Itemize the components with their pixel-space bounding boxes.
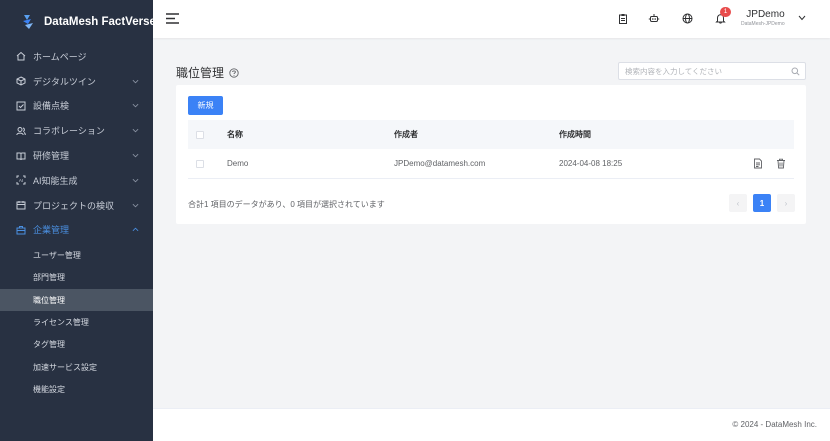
ai-icon: AI — [15, 175, 26, 186]
menu-toggle-icon[interactable] — [165, 12, 180, 25]
sidebar-item-collaboration[interactable]: コラボレーション — [0, 118, 153, 143]
edit-icon[interactable] — [752, 158, 763, 169]
submenu-item-user-management[interactable]: ユーザー管理 — [0, 244, 153, 266]
copyright: © 2024 - DataMesh Inc. — [732, 420, 817, 429]
chevron-down-icon[interactable] — [798, 15, 806, 21]
page-footer: © 2024 - DataMesh Inc. — [153, 408, 830, 441]
new-button[interactable]: 新規 — [188, 96, 223, 115]
submenu-item-license-management[interactable]: ライセンス管理 — [0, 311, 153, 333]
user-org: DataMesh-JPDemo — [741, 21, 785, 27]
page-button-current[interactable]: 1 — [753, 194, 771, 212]
briefcase-icon — [15, 224, 26, 235]
bell-icon[interactable]: 1 — [714, 7, 731, 24]
home-icon — [15, 51, 26, 62]
robot-icon[interactable] — [648, 12, 660, 24]
chevron-down-icon — [132, 129, 139, 133]
content-card: 新規 名称 作成者 作成時間 Demo JPDemo@datamesh.com … — [176, 85, 806, 224]
chevron-down-icon — [132, 153, 139, 158]
brand[interactable]: DataMesh FactVerse — [0, 0, 156, 44]
sidebar-menu: ホームページ デジタルツイン 設備点検 コラボレーション 研修管理 AI AI知… — [0, 44, 153, 242]
enterprise-submenu: ユーザー管理 部門管理 職位管理 ライセンス管理 タグ管理 加速サービス設定 機… — [0, 242, 153, 400]
selection-summary: 合計1 項目のデータがあり、0 項目が選択されています — [188, 200, 385, 209]
user-name: JPDemo — [746, 9, 785, 20]
svg-text:AI: AI — [18, 178, 22, 183]
chevron-down-icon — [132, 178, 139, 183]
chevron-up-icon — [132, 228, 139, 232]
submenu-item-tag-management[interactable]: タグ管理 — [0, 334, 153, 356]
book-icon — [15, 150, 26, 161]
select-all-checkbox[interactable] — [196, 130, 204, 139]
row-actions — [752, 158, 786, 169]
help-icon[interactable] — [229, 67, 239, 78]
cell-name: Demo — [227, 159, 249, 168]
pagination: ‹ 1 › — [729, 194, 795, 212]
sidebar-item-label: プロジェクトの検収 — [33, 200, 115, 211]
sidebar-item-enterprise-management[interactable]: 企業管理 — [0, 218, 153, 243]
cube-icon — [15, 76, 26, 87]
app-title: DataMesh FactVerse — [44, 16, 156, 28]
sidebar-item-label: 企業管理 — [33, 225, 70, 236]
globe-icon[interactable] — [681, 12, 693, 24]
table-header: 名称 作成者 作成時間 — [188, 120, 794, 149]
page-title: 職位管理 — [176, 66, 225, 80]
sidebar-item-label: 研修管理 — [33, 151, 70, 162]
submenu-item-department-management[interactable]: 部門管理 — [0, 267, 153, 289]
column-header-creator: 作成者 — [394, 130, 418, 139]
search-box — [618, 62, 806, 80]
chevron-down-icon — [132, 104, 139, 108]
sidebar-item-ai-generation[interactable]: AI AI知能生成 — [0, 168, 153, 193]
sidebar-item-label: デジタルツイン — [33, 76, 96, 87]
user-menu[interactable]: JPDemo DataMesh-JPDemo — [741, 9, 785, 28]
table-row[interactable]: Demo JPDemo@datamesh.com 2024-04-08 18:2… — [188, 149, 794, 179]
calendar-icon — [15, 200, 26, 211]
chevron-down-icon — [132, 203, 139, 208]
clipboard-icon[interactable] — [617, 12, 629, 24]
sidebar-item-training[interactable]: 研修管理 — [0, 143, 153, 168]
submenu-item-position-management[interactable]: 職位管理 — [0, 288, 153, 312]
sidebar: DataMesh FactVerse ホームページ デジタルツイン 設備点検 コ… — [0, 0, 156, 441]
sidebar-item-inspection[interactable]: 設備点検 — [0, 94, 153, 119]
sidebar-item-digital-twin[interactable]: デジタルツイン — [0, 69, 153, 94]
sidebar-item-label: 設備点検 — [33, 101, 70, 112]
checklist-icon — [15, 100, 26, 111]
row-checkbox[interactable] — [196, 159, 204, 168]
delete-icon[interactable] — [775, 158, 786, 169]
page-title-row: 職位管理 — [176, 64, 239, 81]
column-header-time: 作成時間 — [559, 130, 591, 139]
sidebar-item-project-acceptance[interactable]: プロジェクトの検収 — [0, 193, 153, 218]
chevron-down-icon — [132, 79, 139, 84]
datamesh-logo-icon — [22, 14, 34, 30]
search-icon[interactable] — [791, 67, 800, 76]
notification-badge: 1 — [720, 7, 731, 17]
prev-page-button[interactable]: ‹ — [729, 194, 747, 212]
users-icon — [15, 125, 26, 136]
sidebar-item-label: ホームページ — [33, 51, 87, 62]
cell-time: 2024-04-08 18:25 — [559, 159, 623, 168]
submenu-item-feature-settings[interactable]: 機能設定 — [0, 378, 153, 400]
cell-creator: JPDemo@datamesh.com — [394, 159, 486, 168]
sidebar-item-home[interactable]: ホームページ — [0, 44, 153, 69]
submenu-item-acceleration-settings[interactable]: 加速サービス設定 — [0, 356, 153, 378]
sidebar-item-label: コラボレーション — [33, 126, 105, 137]
sidebar-item-label: AI知能生成 — [33, 175, 78, 186]
top-header: 1 JPDemo DataMesh-JPDemo — [153, 0, 830, 38]
next-page-button[interactable]: › — [777, 194, 795, 212]
column-header-name: 名称 — [227, 130, 243, 139]
positions-table: 名称 作成者 作成時間 Demo JPDemo@datamesh.com 202… — [188, 120, 794, 179]
search-input[interactable] — [619, 64, 784, 78]
